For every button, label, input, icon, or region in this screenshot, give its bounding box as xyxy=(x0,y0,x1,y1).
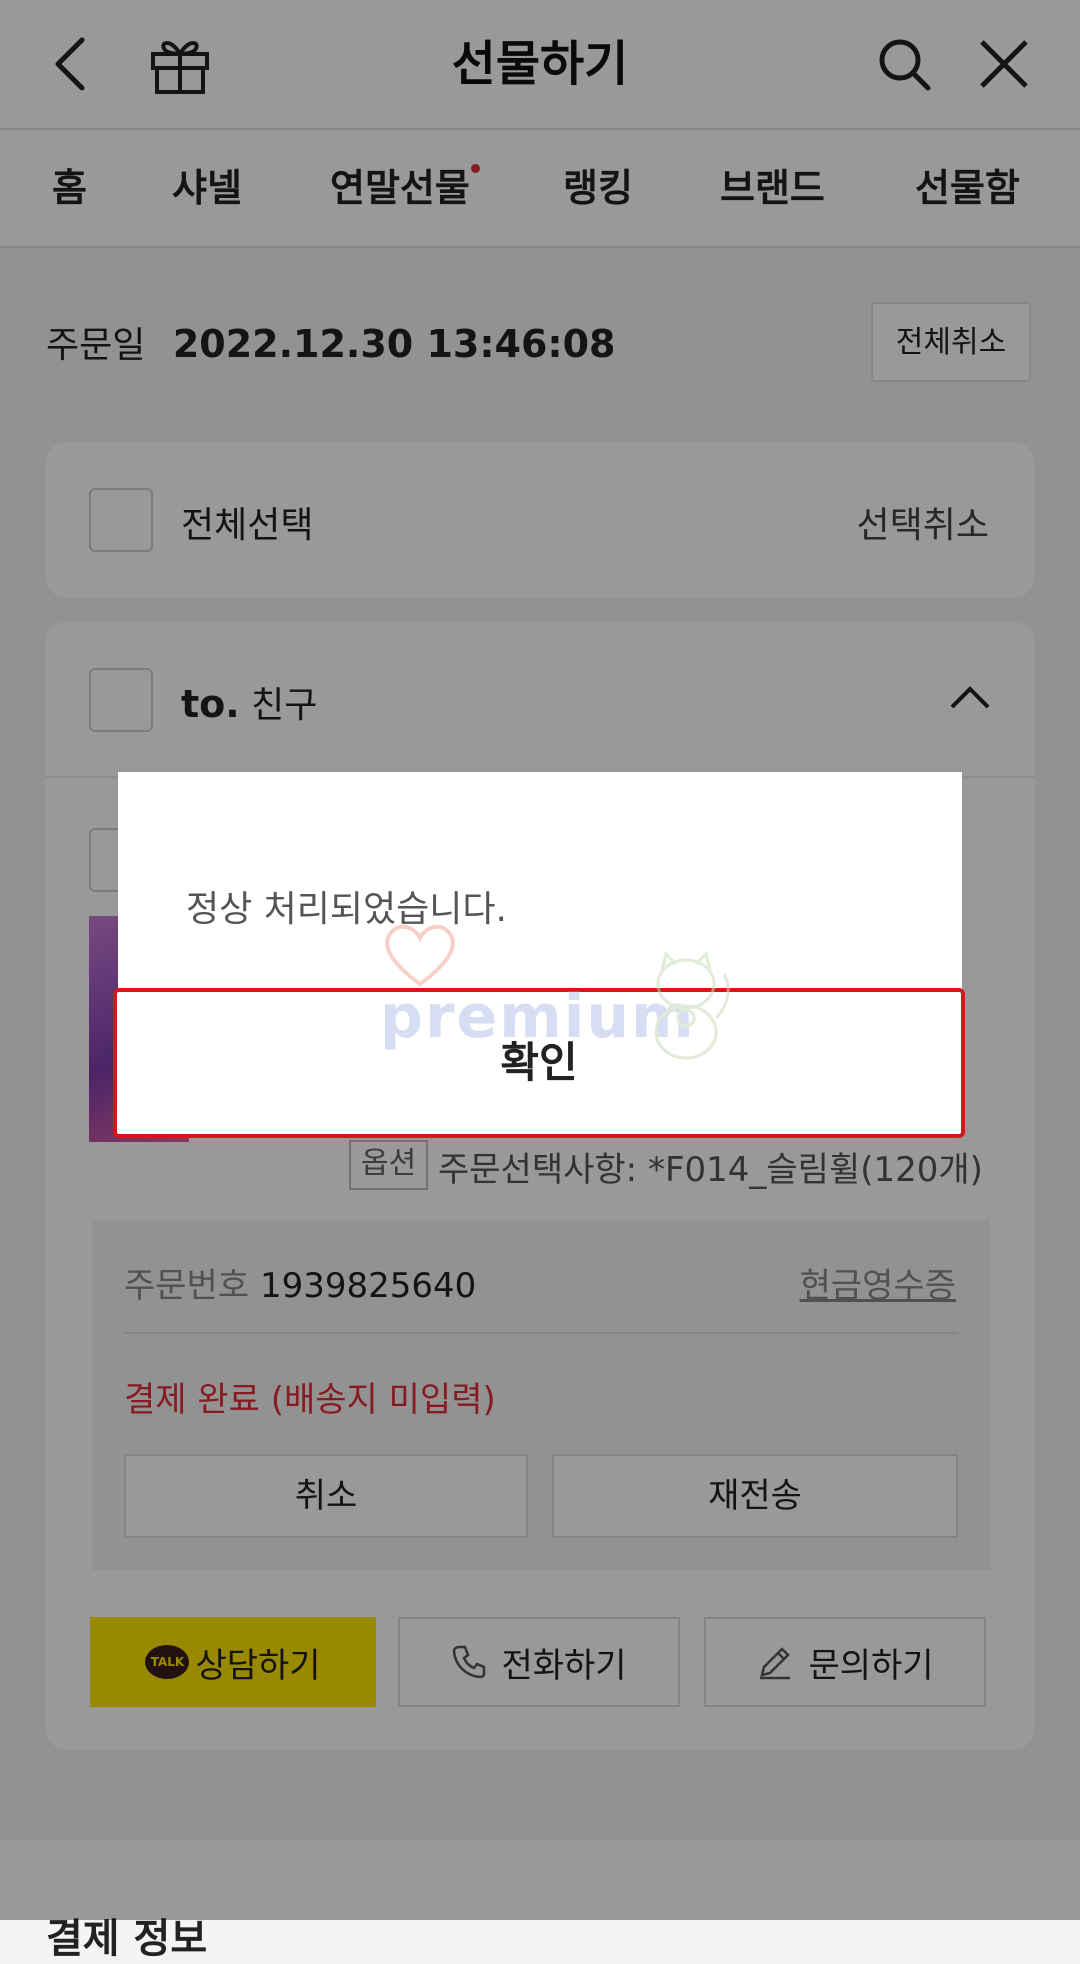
lucky-cat-icon xyxy=(654,951,730,1060)
watermark: premium xyxy=(380,920,740,1070)
heart-icon xyxy=(385,924,455,987)
